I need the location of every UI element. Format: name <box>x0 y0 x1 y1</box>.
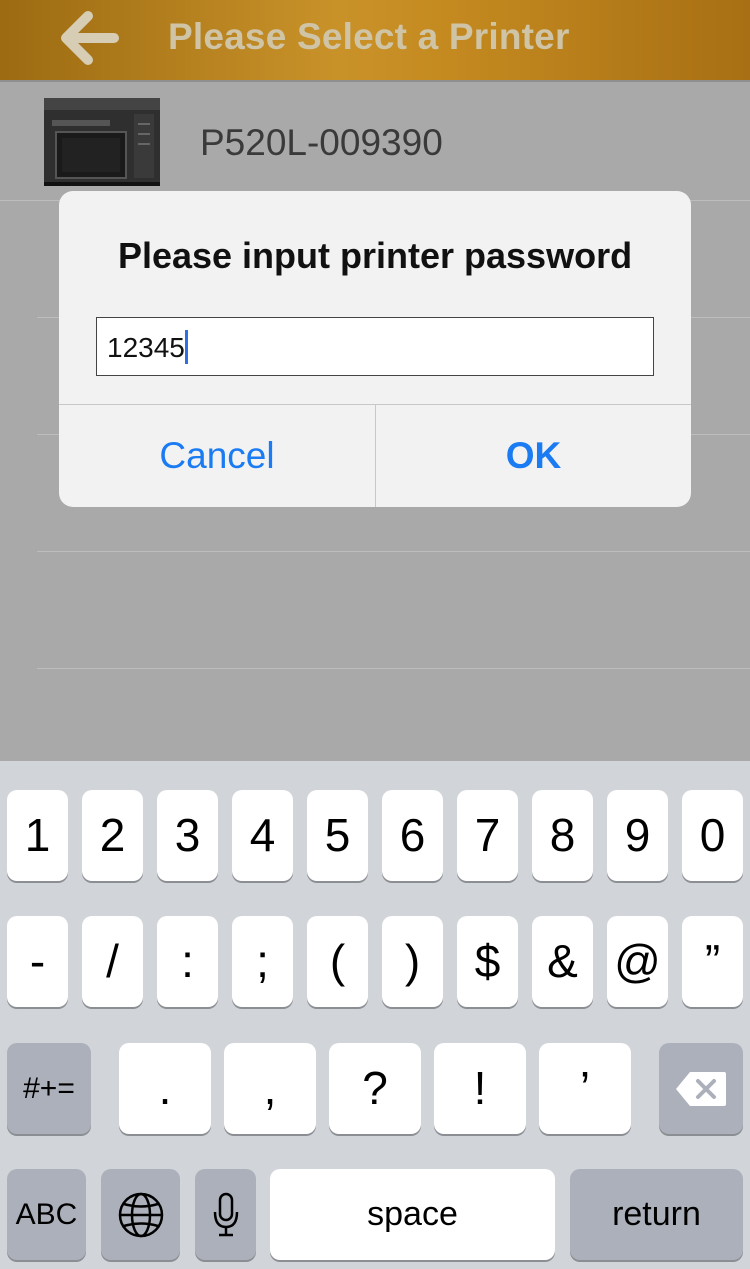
key-5[interactable]: 5 <box>307 790 368 881</box>
password-input[interactable]: 12345 <box>96 317 654 376</box>
key-dollar[interactable]: $ <box>457 916 518 1007</box>
microphone-key[interactable] <box>195 1169 256 1260</box>
globe-icon <box>118 1192 163 1237</box>
space-key[interactable]: space <box>270 1169 555 1260</box>
key-colon[interactable]: : <box>157 916 218 1007</box>
microphone-icon <box>213 1192 238 1236</box>
key-question[interactable]: ? <box>329 1043 421 1134</box>
key-semicolon[interactable]: ; <box>232 916 293 1007</box>
list-divider <box>200 84 750 201</box>
key-2[interactable]: 2 <box>82 790 143 881</box>
key-hyphen[interactable]: - <box>7 916 68 1007</box>
key-quote[interactable]: ” <box>682 916 743 1007</box>
key-at[interactable]: @ <box>607 916 668 1007</box>
printer-image <box>44 98 160 186</box>
key-close-paren[interactable]: ) <box>382 916 443 1007</box>
text-cursor <box>184 330 188 364</box>
key-open-paren[interactable]: ( <box>307 916 368 1007</box>
password-dialog: Please input printer password 12345 Canc… <box>59 191 691 507</box>
key-exclamation[interactable]: ! <box>434 1043 526 1134</box>
nav-header: Please Select a Printer <box>0 0 750 82</box>
key-period[interactable]: . <box>119 1043 211 1134</box>
key-4[interactable]: 4 <box>232 790 293 881</box>
key-slash[interactable]: / <box>82 916 143 1007</box>
key-0[interactable]: 0 <box>682 790 743 881</box>
key-7[interactable]: 7 <box>457 790 518 881</box>
empty-list-row <box>37 552 750 669</box>
key-1[interactable]: 1 <box>7 790 68 881</box>
key-comma[interactable]: , <box>224 1043 316 1134</box>
keyboard: 1 2 3 4 5 6 7 8 9 0 - / : ; ( ) $ & @ ” … <box>0 761 750 1269</box>
return-key[interactable]: return <box>570 1169 743 1260</box>
dialog-title: Please input printer password <box>117 235 633 276</box>
page-title: Please Select a Printer <box>168 16 570 57</box>
key-ampersand[interactable]: & <box>532 916 593 1007</box>
password-value: 12345 <box>107 332 185 363</box>
key-abc-toggle[interactable]: ABC <box>7 1169 86 1260</box>
ok-button[interactable]: OK <box>376 405 691 507</box>
key-apostrophe[interactable]: ’ <box>539 1043 631 1134</box>
key-3[interactable]: 3 <box>157 790 218 881</box>
backspace-key[interactable] <box>659 1043 743 1134</box>
backspace-icon <box>676 1071 726 1106</box>
left-arrow-icon <box>61 11 119 65</box>
cancel-button[interactable]: Cancel <box>59 405 375 507</box>
key-9[interactable]: 9 <box>607 790 668 881</box>
key-8[interactable]: 8 <box>532 790 593 881</box>
key-symbols-toggle[interactable]: #+= <box>7 1043 91 1134</box>
globe-key[interactable] <box>101 1169 180 1260</box>
back-button[interactable] <box>58 10 122 66</box>
key-6[interactable]: 6 <box>382 790 443 881</box>
